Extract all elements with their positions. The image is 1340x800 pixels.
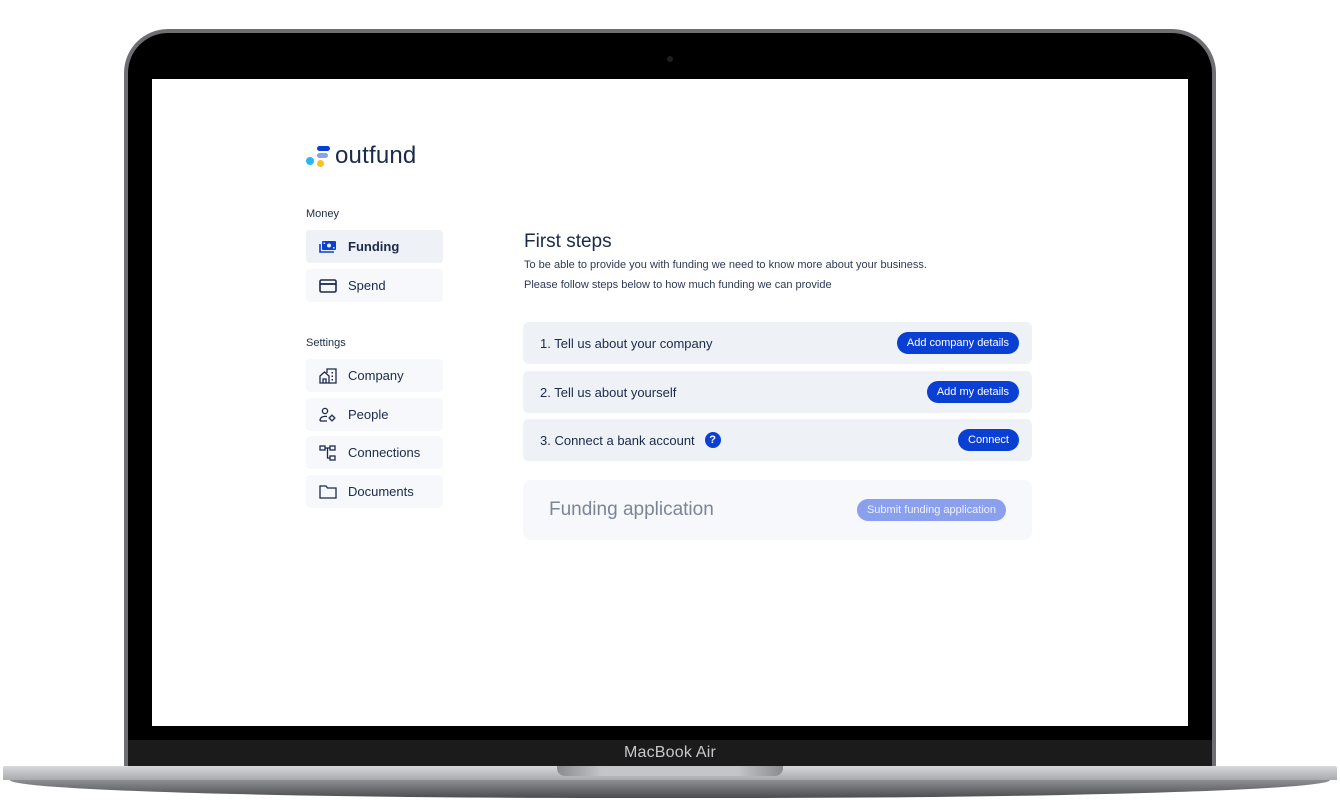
sidebar-item-label: Documents [348,484,414,499]
sidebar-item-spend[interactable]: Spend [306,269,443,302]
device-label: MacBook Air [623,744,716,761]
add-my-details-button[interactable]: Add my details [926,381,1019,403]
banknote-icon [319,238,337,256]
step-label: 3. Connect a bank account [540,432,695,448]
brand-logo[interactable]: outfund [306,142,416,170]
page-title: First steps [524,231,612,252]
page-description-line: To be able to provide you with funding w… [524,259,927,271]
sidebar-item-label: People [348,407,389,422]
connect-button[interactable]: Connect [958,429,1019,451]
sidebar-item-label: Funding [348,239,400,254]
add-company-details-button[interactable]: Add company details [896,332,1019,354]
funding-application-title: Funding application [549,499,714,520]
step-bank-account: 3. Connect a bank account ? Connect [523,419,1032,461]
sidebar-item-label: Company [348,368,404,383]
sidebar-item-funding[interactable]: Funding [306,230,443,263]
sidebar-item-company[interactable]: Company [306,359,443,392]
camera-icon [667,56,673,62]
building-icon [319,367,337,385]
help-icon[interactable]: ? [704,432,721,448]
step-label-wrapper: 3. Connect a bank account ? [540,432,721,448]
step-company: 1. Tell us about your company Add compan… [523,322,1032,364]
page-description-line: Please follow steps below to how much fu… [524,279,832,291]
laptop-notch [557,766,783,776]
funding-application-card: Funding application Submit funding appli… [523,480,1032,540]
sidebar-item-documents[interactable]: Documents [306,475,443,508]
laptop-base-bottom [10,780,1330,798]
brand-name: outfund [335,142,417,169]
app-screen: outfund Money Funding Spend Settings Com… [152,79,1188,726]
folder-icon [319,483,337,501]
user-settings-icon [319,406,337,424]
step-label: 2. Tell us about yourself [540,384,677,400]
sidebar-item-connections[interactable]: Connections [306,436,443,469]
sidebar-section-settings: Settings [306,337,346,349]
logo-mark-icon [306,144,330,168]
sidebar-item-label: Spend [348,278,386,293]
sidebar-section-money: Money [306,208,340,220]
sidebar-item-label: Connections [348,445,421,460]
submit-funding-application-button[interactable]: Submit funding application [856,499,1006,521]
credit-card-icon [319,277,337,295]
step-yourself: 2. Tell us about yourself Add my details [523,371,1032,413]
connections-icon [319,444,337,462]
step-label: 1. Tell us about your company [540,335,713,351]
sidebar-item-people[interactable]: People [306,398,443,431]
